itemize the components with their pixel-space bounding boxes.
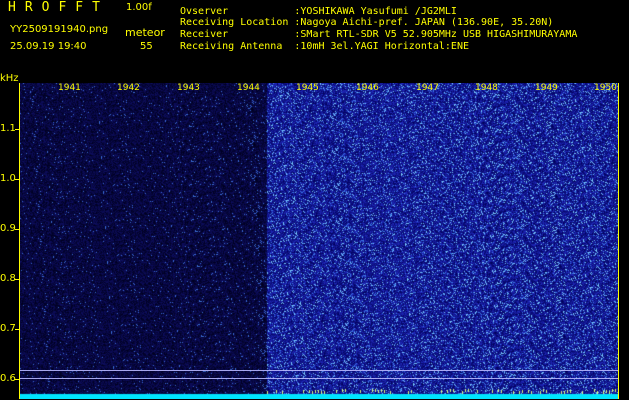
datetime-label: 25.09.19 19:40 xyxy=(10,41,87,52)
y-tick xyxy=(15,279,19,280)
meta-receiver: Receiver :SMart RTL-SDR V5 52.905MHz USB… xyxy=(180,29,577,41)
minute-label: 1941 xyxy=(58,83,81,93)
spectrogram-plot xyxy=(20,83,618,399)
y-tick-label: 0.6 xyxy=(0,373,16,384)
minute-label: 1947 xyxy=(416,83,439,93)
right-border-line xyxy=(618,83,619,399)
minute-label: 1945 xyxy=(296,83,319,93)
minute-label: 1950 xyxy=(594,83,617,93)
app-brand: HROFFT xyxy=(8,0,109,15)
y-axis-line xyxy=(19,83,20,399)
minute-label: 1944 xyxy=(237,83,260,93)
y-tick-label: 1.0 xyxy=(0,173,16,184)
meta-label: Receiver xyxy=(180,29,295,40)
reference-line xyxy=(20,370,618,371)
meta-location: Receiving Location :Nagoya Aichi-pref. J… xyxy=(180,17,553,29)
filename-label: YY2509191940.png xyxy=(10,24,109,35)
spectrogram-canvas xyxy=(20,83,618,399)
y-axis-unit: kHz xyxy=(0,73,19,84)
y-tick xyxy=(15,379,19,380)
minute-label: 1942 xyxy=(117,83,140,93)
meta-antenna: Receiving Antenna :10mH 3el.YAGI Horizon… xyxy=(180,41,469,53)
y-tick xyxy=(15,229,19,230)
meta-label: Ovserver xyxy=(180,6,295,17)
y-tick-label: 0.8 xyxy=(0,273,16,284)
y-tick xyxy=(15,179,19,180)
y-tick-label: 0.9 xyxy=(0,223,16,234)
meta-value: :SMart RTL-SDR V5 52.905MHz USB HIGASHIM… xyxy=(294,29,578,40)
meteor-count: 55 xyxy=(140,41,153,52)
minute-label: 1946 xyxy=(356,83,379,93)
meta-value: :Nagoya Aichi-pref. JAPAN (136.90E, 35.2… xyxy=(294,17,554,28)
reference-line xyxy=(20,378,618,379)
meta-label: Receiving Antenna xyxy=(180,41,295,52)
y-tick xyxy=(15,329,19,330)
meta-label: Receiving Location xyxy=(180,17,295,28)
minute-label: 1948 xyxy=(475,83,498,93)
y-tick-label: 1.1 xyxy=(0,123,16,134)
minute-label: 1943 xyxy=(177,83,200,93)
meta-value: :10mH 3el.YAGI Horizontal:ENE xyxy=(294,41,469,52)
meteor-label: meteor xyxy=(125,26,165,39)
y-tick xyxy=(15,129,19,130)
meta-value: :YOSHIKAWA Yasufumi /JG2MLI xyxy=(294,6,457,17)
version-label: 1.00f xyxy=(126,2,152,13)
minute-label: 1949 xyxy=(535,83,558,93)
y-tick-label: 0.7 xyxy=(0,323,16,334)
header: HROFFT 1.00f YY2509191940.png meteor 25.… xyxy=(0,0,629,72)
